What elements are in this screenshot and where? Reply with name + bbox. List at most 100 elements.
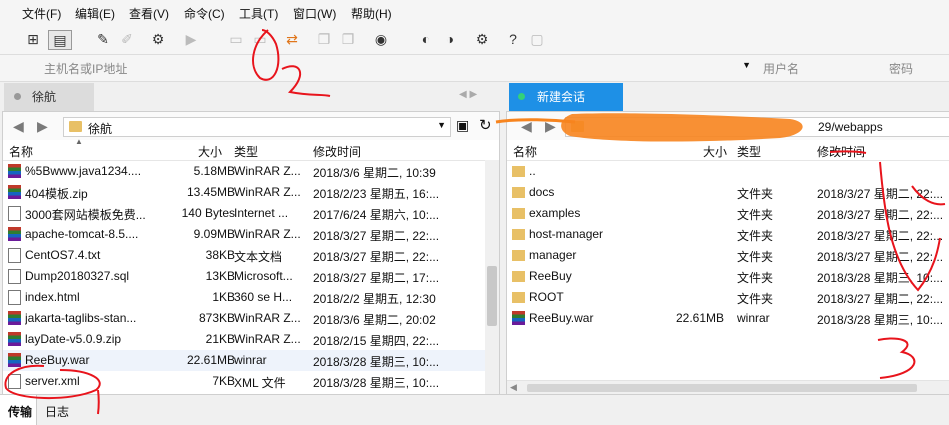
table-row[interactable]: apache-tomcat-8.5.... 9.09MB WinRAR Z... 20… xyxy=(3,224,499,245)
table-row[interactable]: ReeBuy 文件夹 2018/3/28 星期三, 10:... xyxy=(507,266,949,287)
local-path-input[interactable]: 徐航 ▼ xyxy=(63,117,451,137)
menu-file[interactable]: 文件(F) xyxy=(22,5,61,22)
cell-size: 38KB xyxy=(205,248,235,262)
cell-type: 文件夹 xyxy=(737,271,774,285)
help-icon[interactable]: ? xyxy=(504,30,522,48)
menu-edit[interactable]: 编辑(E) xyxy=(75,5,115,22)
gear-icon[interactable]: ⚙ xyxy=(473,30,491,48)
archive-icon xyxy=(8,311,21,325)
col-size[interactable]: 大小 xyxy=(198,143,222,160)
cell-type: WinRAR Z... xyxy=(234,164,301,178)
cell-date: 2018/3/27 星期二, 22:... xyxy=(313,250,440,264)
remote-path-bar: ◀ ▶ 29/webapps xyxy=(507,112,949,141)
file-icon xyxy=(8,206,21,221)
menu-command[interactable]: 命令(C) xyxy=(184,5,225,22)
username-input[interactable]: 用户名 xyxy=(763,60,799,77)
table-row[interactable]: Dump20180327.sql 13KB Microsoft... 2018/3/2… xyxy=(3,266,499,287)
table-row[interactable]: index.html 1KB 360 se H... 2018/2/2 星期五, 12… xyxy=(3,287,499,308)
table-row[interactable]: 3000套网站模板免费... 140 Bytes Internet ... 2017/… xyxy=(3,203,499,224)
cell-size: 140 Bytes xyxy=(181,206,235,220)
table-row[interactable]: ROOT 文件夹 2018/3/27 星期二, 22:... xyxy=(507,287,949,308)
archive-icon xyxy=(8,164,21,178)
back-icon[interactable]: ◀ xyxy=(13,118,24,135)
globe-icon[interactable]: ◉ xyxy=(372,30,390,48)
table-row[interactable]: docs 文件夹 2018/3/27 星期二, 22:... xyxy=(507,182,949,203)
chat-icon[interactable]: ▢ xyxy=(528,30,546,48)
col-name[interactable]: 名称 xyxy=(9,143,33,160)
cell-name: 3000套网站模板免费... xyxy=(25,208,146,222)
col-date[interactable]: 修改时间 xyxy=(313,143,361,160)
col-type[interactable]: 类型 xyxy=(737,143,761,160)
tab-remote[interactable]: 新建会话 xyxy=(509,83,623,111)
table-row[interactable]: jakarta-taglibs-stan... 873KB WinRAR Z... 2… xyxy=(3,308,499,329)
table-row[interactable]: 404模板.zip 13.45MB WinRAR Z... 2018/2/23 星期五… xyxy=(3,182,499,203)
transfer-tab[interactable]: 传输 xyxy=(0,395,37,425)
new-folder-icon[interactable]: ▣ xyxy=(456,117,469,134)
file-icon xyxy=(8,269,21,284)
copy-icon[interactable]: ❐ xyxy=(315,30,333,48)
menu-window[interactable]: 窗口(W) xyxy=(293,5,336,22)
remote-horizontal-scrollbar[interactable]: ◀ xyxy=(507,380,949,395)
scroll-left-icon[interactable]: ◀ xyxy=(510,382,517,393)
xftp-icon[interactable]: ◑ xyxy=(441,30,459,48)
col-date[interactable]: 修改时间 xyxy=(817,143,865,160)
menu-tools[interactable]: 工具(T) xyxy=(239,5,278,22)
scroll-thumb[interactable] xyxy=(487,266,497,326)
menu-help[interactable]: 帮助(H) xyxy=(351,5,392,22)
col-size[interactable]: 大小 xyxy=(703,143,727,160)
table-row[interactable]: ReeBuy.war 22.61MB winrar 2018/3/28 星期三, 10… xyxy=(3,350,499,371)
cell-date: 2018/2/23 星期五, 16:... xyxy=(313,187,440,201)
upload-icon[interactable]: ▭ xyxy=(227,30,245,48)
table-row[interactable]: host-manager 文件夹 2018/3/27 星期二, 22:... xyxy=(507,224,949,245)
chevron-down-icon[interactable]: ▼ xyxy=(437,120,446,130)
xshell-icon[interactable]: ◐ xyxy=(417,30,435,48)
disconnect-icon[interactable]: ✐ xyxy=(118,30,136,48)
password-input[interactable]: 密码 xyxy=(889,60,913,77)
local-pane: ◀ ▶ 徐航 ▼ ▣ ↻ 名称 大小 类型 修改时间 ▲ %5Bwww.java… xyxy=(2,111,500,396)
back-icon[interactable]: ◀ xyxy=(521,118,532,135)
connect-icon[interactable]: ✎ xyxy=(94,30,112,48)
download-icon[interactable]: ▭ xyxy=(251,30,269,48)
table-row[interactable]: .. xyxy=(507,161,949,182)
table-row[interactable]: server.xml 7KB XML 文件 2018/3/28 星期三, 10:... xyxy=(3,371,499,392)
cell-type: 文件夹 xyxy=(737,208,774,222)
file-icon xyxy=(8,374,21,389)
menu-bar: 文件(F) 编辑(E) 查看(V) 命令(C) 工具(T) 窗口(W) 帮助(H… xyxy=(0,0,949,24)
menu-view[interactable]: 查看(V) xyxy=(129,5,169,22)
transfer-icon[interactable]: ⇄ xyxy=(283,30,301,48)
refresh-icon[interactable]: ↻ xyxy=(479,116,492,134)
cell-type: WinRAR Z... xyxy=(234,332,301,346)
terminal-icon[interactable]: ▶ xyxy=(182,30,200,48)
host-input[interactable]: 主机名或IP地址 ▼ xyxy=(22,59,755,77)
forward-icon[interactable]: ▶ xyxy=(37,118,48,135)
toolbar: ⊞ ▤ ✎ ✐ ⚙ ▶ ▭ ▭ ⇄ ❐ ❐ ◉ ◐ ◑ ⚙ ? ▢ xyxy=(0,24,949,55)
chevron-down-icon[interactable]: ▼ xyxy=(742,60,751,70)
cell-type: winrar xyxy=(737,311,770,325)
scroll-thumb[interactable] xyxy=(527,384,917,392)
file-icon xyxy=(8,248,21,263)
forward-icon[interactable]: ▶ xyxy=(545,118,556,135)
remote-path-input[interactable]: 29/webapps xyxy=(565,117,949,137)
tab-remote-label: 新建会话 xyxy=(537,90,586,104)
col-type[interactable]: 类型 xyxy=(234,143,258,160)
folder-icon xyxy=(512,187,525,198)
paste-icon[interactable]: ❐ xyxy=(339,30,357,48)
new-session-icon[interactable]: ⊞ xyxy=(24,30,42,48)
cell-size: 873KB xyxy=(198,311,235,325)
table-row[interactable]: %5Bwww.java1234.... 5.18MB WinRAR Z... 2018… xyxy=(3,161,499,182)
tab-nav-arrows[interactable]: ◀ ▶ xyxy=(459,89,477,100)
tab-local[interactable]: 徐航 xyxy=(4,83,94,111)
session-settings-icon[interactable]: ⚙ xyxy=(149,30,167,48)
log-tab[interactable]: 日志 xyxy=(45,403,69,420)
cell-date: 2018/3/6 星期二, 20:02 xyxy=(313,313,436,327)
col-name[interactable]: 名称 xyxy=(513,143,537,160)
open-folder-icon[interactable]: ▤ xyxy=(48,30,72,50)
table-row[interactable]: layDate-v5.0.9.zip 21KB WinRAR Z... 2018/2/… xyxy=(3,329,499,350)
local-vertical-scrollbar[interactable] xyxy=(485,160,499,395)
table-row[interactable]: ReeBuy.war 22.61MB winrar 2018/3/28 星期三, 10… xyxy=(507,308,949,329)
cell-type: 360 se H... xyxy=(234,290,293,304)
table-row[interactable]: examples 文件夹 2018/3/27 星期二, 22:... xyxy=(507,203,949,224)
table-row[interactable]: CentOS7.4.txt 38KB 文本文档 2018/3/27 星期二, 22:.… xyxy=(3,245,499,266)
table-row[interactable]: manager 文件夹 2018/3/27 星期二, 22:... xyxy=(507,245,949,266)
archive-icon xyxy=(8,332,21,346)
